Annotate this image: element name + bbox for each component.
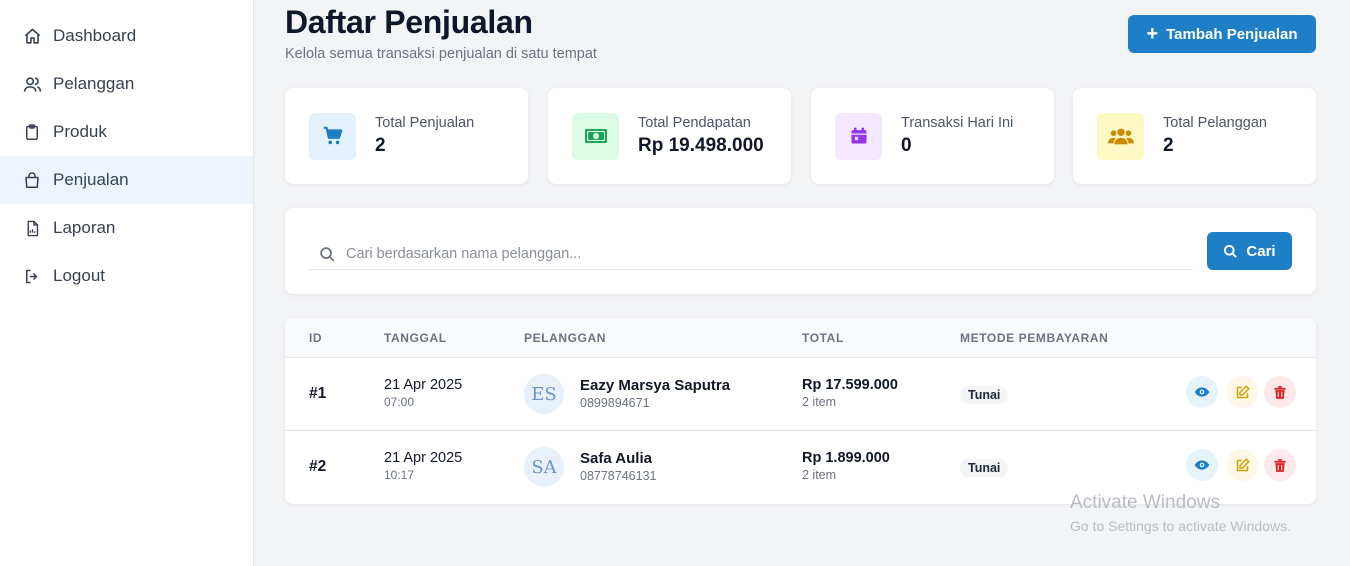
eye-icon <box>1194 387 1210 397</box>
home-icon <box>22 26 42 46</box>
stat-value: 0 <box>901 135 912 156</box>
sidebar: Dashboard Pelanggan Produk Penjualan Lap… <box>0 0 254 566</box>
sidebar-item-label: Pelanggan <box>53 74 135 93</box>
stat-value: 2 <box>375 135 386 156</box>
sale-item-count: 2 item <box>802 395 837 409</box>
watermark-title: Activate Windows <box>1070 492 1220 513</box>
customer-info: Safa Aulia 08778746131 <box>580 450 656 483</box>
stat-value: 2 <box>1163 135 1174 156</box>
column-header-metode: METODE PEMBAYARAN <box>960 331 1109 345</box>
sale-date: 21 Apr 2025 10:17 <box>384 450 462 482</box>
column-header-total: TOTAL <box>802 331 844 345</box>
stat-label: Total Pelanggan <box>1163 115 1267 131</box>
stat-card-total-penjualan: Total Penjualan 2 <box>285 88 528 184</box>
page-subtitle: Kelola semua transaksi penjualan di satu… <box>285 46 597 62</box>
search-button-label: Cari <box>1246 242 1276 260</box>
sale-total-value: Rp 1.899.000 <box>802 450 890 466</box>
windows-activation-watermark: Activate Windows Go to Settings to activ… <box>1070 492 1291 534</box>
stat-label: Total Penjualan <box>375 115 475 131</box>
sales-table: ID TANGGAL PELANGGAN TOTAL METODE PEMBAY… <box>285 318 1316 504</box>
sidebar-item-dashboard[interactable]: Dashboard <box>0 12 253 60</box>
column-header-pelanggan: PELANGGAN <box>524 331 607 345</box>
trash-icon <box>1274 385 1286 399</box>
avatar: SA <box>524 447 564 487</box>
report-icon <box>22 218 42 238</box>
search-card: Cari <box>285 208 1316 294</box>
customer-phone: 08778746131 <box>580 469 657 483</box>
money-icon <box>572 112 619 160</box>
clipboard-icon <box>22 122 42 142</box>
sale-date-day: 21 Apr 2025 <box>384 450 463 466</box>
add-sale-label: Tambah Penjualan <box>1166 25 1298 43</box>
sale-date: 21 Apr 2025 07:00 <box>384 377 462 409</box>
view-button[interactable] <box>1186 376 1218 408</box>
sidebar-item-label: Dashboard <box>53 26 137 45</box>
delete-button[interactable] <box>1264 449 1296 481</box>
edit-icon <box>1236 457 1250 471</box>
sidebar-item-label: Laporan <box>53 218 116 237</box>
sale-total-value: Rp 17.599.000 <box>802 377 898 393</box>
search-input[interactable] <box>346 246 1146 262</box>
sale-total: Rp 17.599.000 2 item <box>802 377 898 409</box>
sidebar-item-logout[interactable]: Logout <box>0 252 253 300</box>
customer-name: Safa Aulia <box>580 450 652 467</box>
cart-icon <box>309 112 356 160</box>
sidebar-item-penjualan[interactable]: Penjualan <box>0 156 253 204</box>
table-row: #1 21 Apr 2025 07:00 ES Eazy Marsya Sapu… <box>285 358 1316 431</box>
search-icon <box>1224 244 1238 258</box>
delete-button[interactable] <box>1264 376 1296 408</box>
main-content: Daftar Penjualan Kelola semua transaksi … <box>254 0 1350 566</box>
calendar-icon <box>835 112 882 160</box>
stat-label: Transaksi Hari Ini <box>901 115 1014 131</box>
sale-date-day: 21 Apr 2025 <box>384 377 463 393</box>
search-icon <box>319 246 336 263</box>
sidebar-item-pelanggan[interactable]: Pelanggan <box>0 60 253 108</box>
search-button[interactable]: Cari <box>1207 232 1292 270</box>
payment-method-badge: Tunai <box>960 459 1009 477</box>
stat-card-total-pendapatan: Total Pendapatan Rp 19.498.000 <box>548 88 791 184</box>
avatar: ES <box>524 374 564 414</box>
sale-total: Rp 1.899.000 2 item <box>802 450 890 482</box>
stat-label: Total Pendapatan <box>638 115 751 131</box>
customer-info: Eazy Marsya Saputra 0899894671 <box>580 377 730 410</box>
sidebar-item-label: Produk <box>53 122 107 141</box>
plus-icon: + <box>1146 23 1159 45</box>
page-title: Daftar Penjualan <box>285 4 533 40</box>
add-sale-button[interactable]: + Tambah Penjualan <box>1128 15 1316 53</box>
trash-icon <box>1274 458 1286 472</box>
view-button[interactable] <box>1186 449 1218 481</box>
sidebar-item-label: Logout <box>53 266 105 285</box>
sale-date-time: 10:17 <box>384 468 415 482</box>
column-header-tanggal: TANGGAL <box>384 331 447 345</box>
edit-icon <box>1236 384 1250 398</box>
edit-button[interactable] <box>1226 376 1258 408</box>
sale-id: #1 <box>309 385 327 402</box>
eye-icon <box>1194 460 1210 470</box>
sidebar-item-produk[interactable]: Produk <box>0 108 253 156</box>
users-icon <box>22 74 42 94</box>
customer-phone: 0899894671 <box>580 396 650 410</box>
payment-method-badge: Tunai <box>960 386 1009 404</box>
stat-card-total-pelanggan: Total Pelanggan 2 <box>1073 88 1316 184</box>
stat-value: Rp 19.498.000 <box>638 135 764 156</box>
customer-name: Eazy Marsya Saputra <box>580 377 731 394</box>
table-header: ID TANGGAL PELANGGAN TOTAL METODE PEMBAY… <box>285 318 1316 358</box>
sidebar-item-laporan[interactable]: Laporan <box>0 204 253 252</box>
stat-card-transaksi-hari-ini: Transaksi Hari Ini 0 <box>811 88 1054 184</box>
search-field <box>309 239 1193 270</box>
edit-button[interactable] <box>1226 449 1258 481</box>
sale-date-time: 07:00 <box>384 395 415 409</box>
watermark-subtitle: Go to Settings to activate Windows. <box>1070 518 1291 534</box>
shopping-bag-icon <box>22 170 42 190</box>
column-header-id: ID <box>309 331 323 345</box>
users-group-icon <box>1097 112 1144 160</box>
sidebar-item-label: Penjualan <box>53 170 129 189</box>
logout-icon <box>22 266 42 286</box>
sale-id: #2 <box>309 458 327 475</box>
sale-item-count: 2 item <box>802 468 837 482</box>
